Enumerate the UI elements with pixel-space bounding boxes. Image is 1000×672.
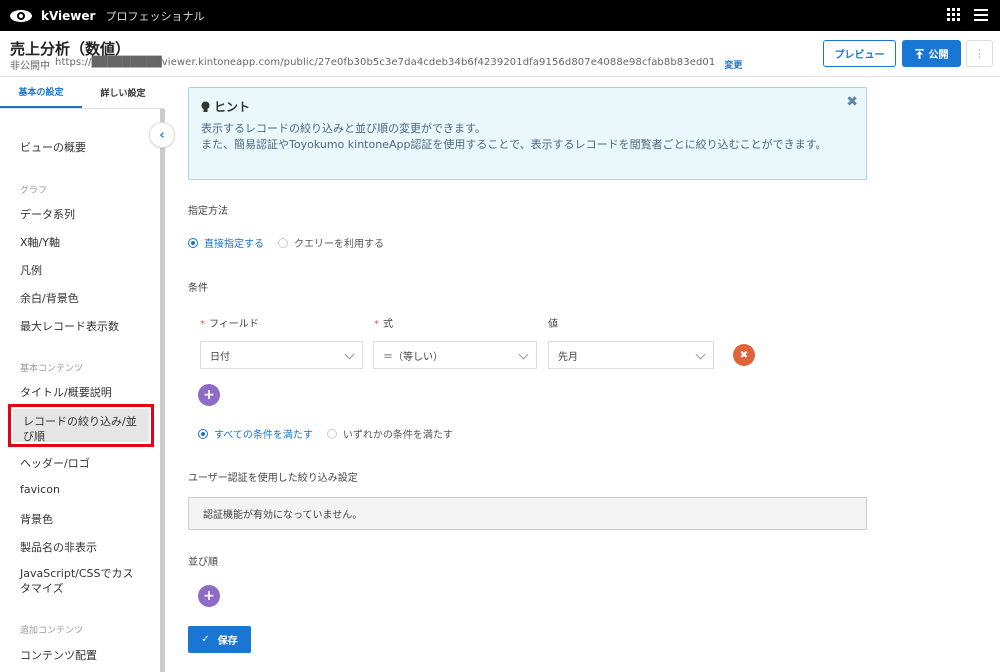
sidebar-item-hide-product[interactable]: 製品名の非表示 — [20, 539, 97, 555]
check-icon: ✓ — [201, 634, 210, 645]
preview-button[interactable]: プレビュー — [823, 40, 896, 67]
collapse-sidebar-button[interactable]: ‹ — [149, 122, 175, 148]
chevron-down-icon — [695, 349, 706, 360]
sidebar-item-data-series[interactable]: データ系列 — [20, 206, 75, 222]
radio-match-any[interactable]: いずれかの条件を満たす — [326, 426, 453, 441]
tab-basic-settings[interactable]: 基本の設定 — [0, 77, 82, 108]
more-options-button[interactable]: ⋮ — [966, 40, 993, 67]
method-label: 指定方法 — [188, 206, 228, 217]
radio-query[interactable]: クエリーを利用する — [278, 235, 384, 250]
app-grid-icon[interactable] — [947, 8, 960, 21]
sidebar-item-filter-sort-label: レコードの絞り込み/並び順 — [23, 415, 137, 443]
publish-button[interactable]: 公開 — [902, 40, 961, 67]
match-radio-group: すべての条件を満たす いずれかの条件を満たす — [198, 426, 453, 441]
sidebar-section-extra: 追加コンテンツ — [20, 626, 84, 636]
publish-status: 非公開中 — [10, 61, 50, 72]
auth-status-box: 認証機能が有効になっていません。 — [188, 497, 867, 530]
sidebar-section-basic: 基本コンテンツ — [20, 364, 84, 374]
save-label: 保存 — [217, 636, 238, 647]
sidebar-item-overview[interactable]: ビューの概要 — [20, 139, 86, 155]
sidebar-scrollbar[interactable] — [160, 109, 165, 672]
hint-text: 表示するレコードの絞り込みと並び順の変更ができます。 また、簡易認証やToyok… — [201, 122, 827, 151]
upload-icon — [914, 48, 924, 59]
radio-match-all[interactable]: すべての条件を満たす — [198, 426, 313, 441]
change-url-link[interactable]: 変更 — [724, 58, 742, 72]
sidebar-item-js-css[interactable]: JavaScript/CSSでカスタマイズ — [20, 566, 140, 596]
sidebar-section-graph: グラフ — [20, 186, 48, 196]
sort-label: 並び順 — [188, 557, 218, 568]
edition-label: プロフェッショナル — [105, 9, 205, 23]
page-title: 売上分析（数値） — [10, 40, 131, 58]
status-line: 非公開中 https://█████████viewer.kintoneapp.… — [10, 57, 742, 72]
sidebar-item-header-logo[interactable]: ヘッダー/ロゴ — [20, 455, 90, 471]
field-column-label: * フィールド — [200, 319, 259, 330]
auth-filter-label: ユーザー認証を使用した絞り込み設定 — [188, 473, 358, 484]
save-button[interactable]: ✓ 保存 — [188, 626, 251, 653]
chevron-down-icon — [344, 349, 355, 360]
method-radio-group: 直接指定する クエリーを利用する — [188, 235, 384, 250]
publish-label: 公開 — [928, 50, 949, 61]
add-sort-button[interactable]: + — [198, 585, 220, 607]
sidebar-item-margin-bg[interactable]: 余白/背景色 — [20, 290, 79, 306]
page-header: 売上分析（数値） 非公開中 https://█████████viewer.ki… — [0, 31, 1000, 77]
expression-select[interactable]: ＝（等しい） — [373, 341, 537, 369]
add-condition-button[interactable]: + — [198, 384, 220, 406]
lightbulb-icon — [201, 101, 210, 112]
sidebar-item-content-layout[interactable]: コンテンツ配置 — [20, 647, 97, 663]
field-select[interactable]: 日付 — [200, 341, 363, 369]
top-bar: kViewer プロフェッショナル — [0, 0, 1000, 31]
remove-condition-button[interactable]: ✖ — [733, 344, 755, 366]
sidebar-item-axis[interactable]: X軸/Y軸 — [20, 234, 60, 250]
sidebar-tabs: 基本の設定 詳しい設定 — [0, 77, 164, 109]
sidebar-item-legend[interactable]: 凡例 — [20, 262, 42, 278]
hamburger-menu-icon[interactable] — [974, 8, 988, 21]
sidebar-item-favicon[interactable]: favicon — [20, 483, 60, 496]
kviewer-logo-icon — [10, 9, 32, 22]
expr-column-label: * 式 — [374, 319, 393, 330]
app-name: kViewer — [41, 8, 96, 23]
radio-direct[interactable]: 直接指定する — [188, 235, 264, 250]
public-url: https://█████████viewer.kintoneapp.com/p… — [55, 57, 716, 68]
tab-advanced-settings[interactable]: 詳しい設定 — [82, 77, 164, 108]
close-icon[interactable]: ✖ — [846, 94, 858, 110]
value-select[interactable]: 先月 — [548, 341, 714, 369]
sidebar-item-max-records[interactable]: 最大レコード表示数 — [20, 318, 119, 334]
main-content: ヒント 表示するレコードの絞り込みと並び順の変更ができます。 また、簡易認証やT… — [166, 77, 1000, 672]
sidebar-item-bg-color[interactable]: 背景色 — [20, 511, 53, 527]
hint-box: ヒント 表示するレコードの絞り込みと並び順の変更ができます。 また、簡易認証やT… — [188, 87, 867, 180]
conditions-label: 条件 — [188, 283, 208, 294]
sidebar-item-filter-sort[interactable]: レコードの絞り込み/並び順 — [8, 404, 154, 447]
hint-title: ヒント — [201, 98, 250, 115]
sidebar: 基本の設定 詳しい設定 ‹ ビューの概要 グラフ データ系列 X軸/Y軸 凡例 … — [0, 77, 175, 672]
sidebar-item-title-desc[interactable]: タイトル/概要説明 — [20, 384, 112, 400]
value-column-label: 値 — [548, 319, 558, 330]
chevron-down-icon — [518, 349, 529, 360]
